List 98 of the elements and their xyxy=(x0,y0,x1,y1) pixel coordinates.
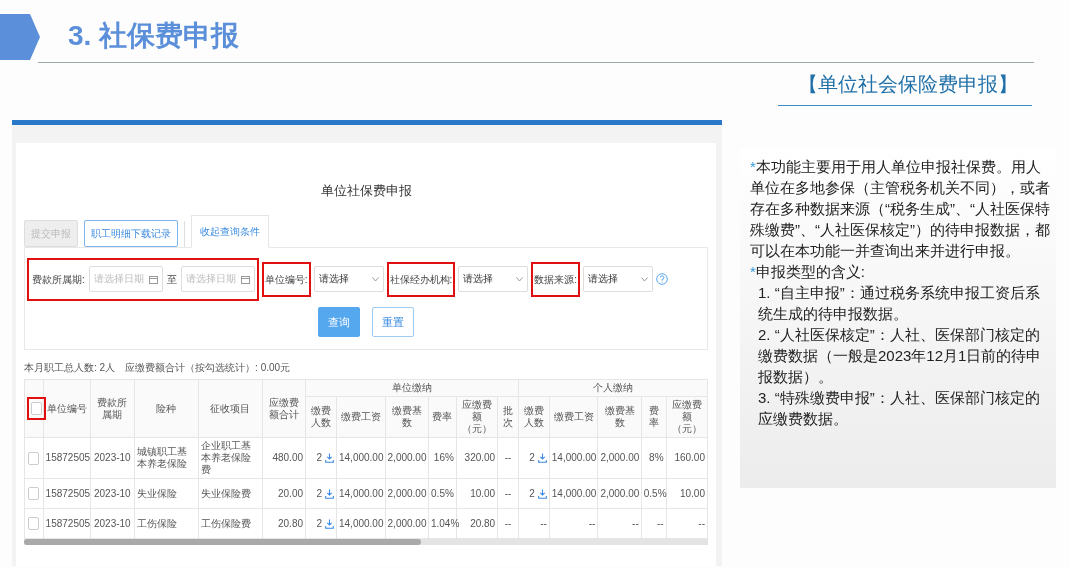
table-cell: 0.5% xyxy=(641,478,667,509)
column-header: 应缴费额（元） xyxy=(456,396,498,438)
table-cell: -- xyxy=(597,508,642,539)
table-cell: 2023-10 xyxy=(90,478,134,509)
caret-icon xyxy=(516,276,524,282)
table-cell: 工伤保险费 xyxy=(198,508,263,539)
caret-icon xyxy=(641,276,649,282)
select-field[interactable]: 请选择 xyxy=(583,266,654,292)
table-cell: 2 xyxy=(518,437,550,479)
select-field[interactable]: 请选择 xyxy=(458,266,529,292)
table-cell: 20.00 xyxy=(262,478,306,509)
table-cell: 10.00 xyxy=(666,478,708,509)
download-icon[interactable] xyxy=(537,453,547,464)
table-cell: -- xyxy=(497,508,519,539)
scrollbar[interactable] xyxy=(24,539,708,545)
checkbox[interactable] xyxy=(28,451,40,465)
table-cell: -- xyxy=(666,508,708,539)
table-cell: 14,000.00 xyxy=(549,478,598,509)
table-cell: 15872505 xyxy=(43,508,91,539)
chevron-marker xyxy=(0,14,40,60)
download-icon[interactable] xyxy=(325,453,334,464)
table-cell: 2,000.00 xyxy=(385,437,429,479)
table-cell: -- xyxy=(497,437,519,479)
table-cell: 2,000.00 xyxy=(597,478,642,509)
help-icon[interactable] xyxy=(656,273,669,285)
checkbox[interactable] xyxy=(28,517,40,530)
table-cell: 2 xyxy=(305,437,337,479)
group-header: 个人缴纳 xyxy=(518,379,708,397)
table-cell: 2,000.00 xyxy=(385,508,429,539)
page-heading: 单位社保费申报 xyxy=(319,182,413,200)
table-cell: 2 xyxy=(518,478,550,509)
calendar-icon xyxy=(148,274,158,284)
collapse-tab[interactable]: 收起查询条件 xyxy=(191,214,269,248)
note-item: 1. “自主申报”：通过税务系统申报工资后系统生成的待申报数据。 xyxy=(757,283,1041,324)
table-cell: 失业保险 xyxy=(134,478,199,509)
table-cell: 失业保险费 xyxy=(198,478,263,509)
column-header: 应缴费额（元） xyxy=(666,396,708,438)
filter-label: 数据来源: xyxy=(531,261,581,297)
column-header: 险种 xyxy=(134,379,199,438)
table-cell: 14,000.00 xyxy=(336,437,386,479)
table-cell: 2023-10 xyxy=(90,508,134,539)
table-cell: -- xyxy=(518,508,550,539)
table-cell: 14,000.00 xyxy=(336,508,386,539)
download-icon[interactable] xyxy=(537,488,547,499)
note-item: 3. “特殊缴费申报”：人社、医保部门核定的应缴费数据。 xyxy=(757,388,1041,429)
note-item: 2. “人社医保核定”：人社、医保部门核定的缴费数据（一般是2023年12月1日前的待申报数据）。 xyxy=(757,325,1043,387)
table-cell: 2 xyxy=(305,478,337,509)
download-icon[interactable] xyxy=(325,518,334,529)
summary-text: 本月职工总人数: 2人 应缴费额合计（按勾选统计）: 0.00元 xyxy=(24,361,292,375)
column-header: 单位编号 xyxy=(43,379,91,438)
column-header: 征收项目 xyxy=(198,379,263,438)
note-paragraph: *申报类型的含义: xyxy=(750,262,866,282)
table-cell: -- xyxy=(497,478,519,509)
reset-button[interactable]: 重置 xyxy=(372,306,414,337)
table-cell: 14,000.00 xyxy=(336,478,386,509)
table-cell: 14,000.00 xyxy=(549,437,598,479)
table-cell: 15872505 xyxy=(43,478,91,509)
range-separator: 至 xyxy=(165,272,178,287)
column-header: 缴费基数 xyxy=(385,396,429,438)
column-header: 缴费工资 xyxy=(336,396,386,438)
table-cell: 2,000.00 xyxy=(385,478,429,509)
column-header: 费款所属期 xyxy=(90,379,134,438)
caret-icon xyxy=(371,276,379,282)
table-cell: 320.00 xyxy=(456,437,498,479)
note-paragraph: *本功能主要用于用人单位申报社保费。用人单位在多地参保（主管税务机关不同），或者存在多种数据来源（“税务生成”、“人社医保特殊缴费”、“人社医保核定”）的待申报数据，都可以在本功能一并查询出来并进行申报。 xyxy=(750,157,1050,261)
select-field[interactable]: 请选择 xyxy=(313,266,384,292)
table-cell: 2,000.00 xyxy=(597,437,642,479)
filter-label: 社保经办机构: xyxy=(386,261,456,297)
calendar-icon xyxy=(240,274,250,284)
column-header: 缴费基数 xyxy=(597,396,642,438)
filter-label: 费款所属期: xyxy=(31,272,86,287)
table-cell: 1.04% xyxy=(428,508,457,539)
slide-subtitle: 【单位社会保险费申报】 xyxy=(778,63,1032,106)
table-cell: 15872505 xyxy=(43,437,91,479)
table-cell: 企业职工基本养老保险费 xyxy=(198,437,263,479)
table-cell: 工伤保险 xyxy=(134,508,199,539)
table-cell: 20.80 xyxy=(262,508,306,539)
table-cell: 480.00 xyxy=(262,437,306,479)
table-cell: 160.00 xyxy=(666,437,708,479)
table-cell: 16% xyxy=(428,437,457,479)
table-cell: -- xyxy=(641,508,667,539)
table-cell: 2 xyxy=(305,508,337,539)
table-cell: 10.00 xyxy=(456,478,498,509)
table-cell: 0.5% xyxy=(428,478,457,509)
toolbar-button[interactable]: 职工明细下载记录 xyxy=(84,219,178,247)
table-cell: 8% xyxy=(641,437,667,479)
filter-label: 单位编号: xyxy=(261,261,311,297)
column-header: 缴费工资 xyxy=(549,396,598,438)
download-icon[interactable] xyxy=(325,488,334,499)
column-header: 应缴费额合计 xyxy=(262,379,306,438)
table-cell: -- xyxy=(549,508,598,539)
checkbox[interactable] xyxy=(28,487,40,500)
table-cell: 2023-10 xyxy=(90,437,134,479)
group-header: 单位缴纳 xyxy=(305,379,519,397)
checkbox[interactable] xyxy=(31,402,42,415)
slide-title: 3. 社保费申报 xyxy=(68,19,240,53)
search-button[interactable]: 查询 xyxy=(318,306,360,337)
table-cell: 城镇职工基本养老保险 xyxy=(134,437,199,479)
